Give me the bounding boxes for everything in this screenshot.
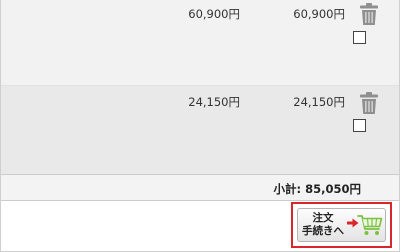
checkout-label-line1: 注文 [312, 212, 334, 224]
cart-table: 60,900円 60,900円 24,150円 24,150円 小計: 85,0… [0, 0, 400, 252]
checkout-button[interactable]: 注文 手続きへ [297, 208, 386, 242]
item-select-checkbox[interactable] [353, 31, 366, 44]
delete-item-button[interactable] [358, 2, 380, 26]
subtotal-row: 小計: 85,050円 [1, 174, 399, 201]
delete-item-button[interactable] [358, 91, 380, 115]
checkout-label-line2: 手続きへ [302, 225, 344, 237]
item-line-total: 60,900円 [293, 7, 345, 21]
shopping-cart-icon [357, 215, 383, 235]
item-line-total: 24,150円 [293, 95, 345, 109]
trash-icon [360, 92, 378, 114]
item-unit-price: 60,900円 [188, 7, 240, 21]
item-unit-price: 24,150円 [188, 95, 240, 109]
subtotal-amount: 小計: 85,050円 [273, 182, 361, 196]
checkout-label: 注文 手続きへ [298, 212, 348, 238]
trash-icon [360, 3, 378, 25]
cart-item-row: 60,900円 60,900円 [1, 0, 399, 86]
cart-item-row: 24,150円 24,150円 [1, 86, 399, 174]
item-select-checkbox[interactable] [353, 119, 366, 132]
checkout-highlight: 注文 手続きへ [291, 202, 392, 248]
